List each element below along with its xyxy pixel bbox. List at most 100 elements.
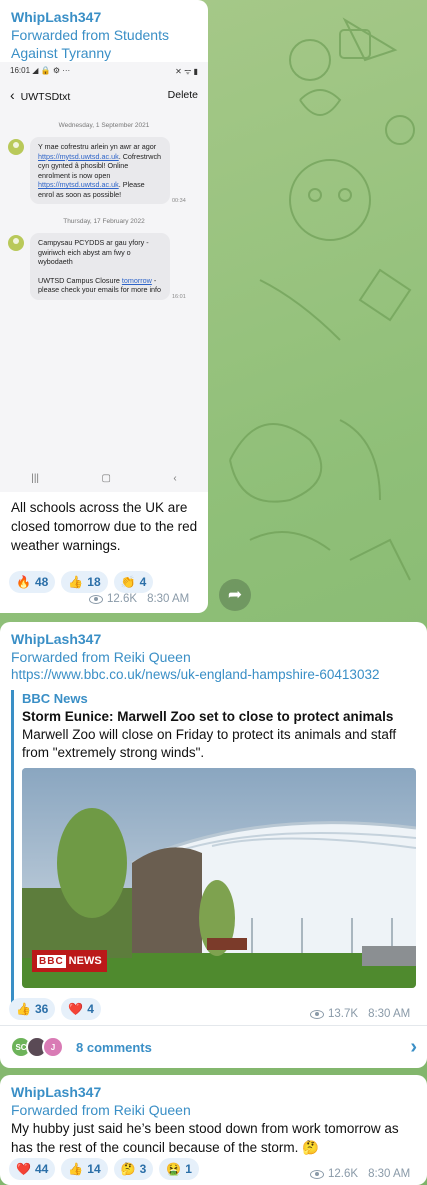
message-bubble-3[interactable]: WhipLash347 Forwarded from Reiki Queen M… [0, 1075, 427, 1185]
reaction-count: 14 [87, 1162, 101, 1176]
sms-text: Y mae cofrestru arlein yn awr ar agor ht… [30, 137, 170, 204]
sms-2-time: 16:01 [172, 293, 186, 300]
preview-description: Marwell Zoo will close on Friday to prot… [22, 727, 397, 760]
phone-status-icons: ◢ 🔒 ⚙ ··· [32, 66, 71, 75]
reactions: 🔥 48 👍 18 👏 4 [9, 571, 154, 593]
phone-delete-label: Delete [167, 89, 198, 101]
reaction-clap[interactable]: 👏 4 [113, 571, 154, 593]
forwarded-from[interactable]: Forwarded from Students Against Tyranny [11, 26, 169, 62]
phone-conversation-header: ‹ UWTSDtxt Delete [0, 80, 208, 110]
reaction-count: 1 [185, 1162, 192, 1176]
reaction-thumbs-up[interactable]: 👍 14 [61, 1158, 108, 1180]
message-text: All schools across the UK are closed tom… [11, 500, 198, 553]
reaction-thumbs-up[interactable]: 👍 36 [9, 998, 56, 1020]
link-preview[interactable]: BBC News Storm Eunice: Marwell Zoo set t… [11, 690, 417, 1014]
chevron-right-icon: › [410, 1035, 417, 1058]
comments-label: 8 comments [76, 1039, 152, 1055]
reaction-heart[interactable]: ❤️ 44 [9, 1158, 56, 1180]
message-meta: 12.6K 8:30 AM [89, 593, 189, 605]
reaction-count: 44 [34, 1162, 49, 1176]
thumbs-up-icon: 👍 [16, 1002, 31, 1016]
sender-name[interactable]: WhipLash347 [11, 630, 421, 648]
thinking-face-icon: 🤔 [120, 1162, 136, 1176]
reaction-heart[interactable]: ❤️ 4 [61, 998, 101, 1020]
phone-status-time: 16:01 [10, 66, 31, 75]
views-eye-icon [89, 594, 103, 604]
back-arrow-icon: ‹ [10, 87, 15, 103]
heart-icon: ❤️ [16, 1162, 31, 1176]
forwarded-from[interactable]: Forwarded from Reiki Queen [11, 1101, 421, 1119]
message-time: 8:30 AM [368, 1008, 411, 1020]
reaction-vomit[interactable]: 🤮 1 [159, 1158, 199, 1180]
reaction-count: 4 [139, 575, 147, 589]
reaction-count: 4 [87, 1002, 94, 1016]
recent-apps-icon: ||| [31, 472, 40, 484]
sms-sender-avatar [8, 139, 24, 155]
message-meta: 13.7K 8:30 AM [310, 1008, 410, 1020]
news-logo-text: NEWS [68, 955, 102, 967]
reactions: 👍 36 ❤️ 4 [9, 998, 101, 1020]
reactions: ❤️ 44 👍 14 🤔 3 🤮 1 [9, 1158, 199, 1180]
sms-1-text-a: Y mae cofrestru arlein yn awr ar agor [38, 142, 157, 151]
view-count: 12.6K [107, 593, 138, 605]
sms-message-1: Y mae cofrestru arlein yn awr ar agor ht… [8, 137, 198, 204]
home-icon: ▢ [101, 472, 111, 484]
avatar: J [42, 1036, 64, 1058]
message-time: 8:30 AM [147, 593, 190, 605]
forwarded-from-line-1: Forwarded from Students [11, 27, 169, 43]
sms-date-2: Thursday, 17 February 2022 [63, 218, 145, 225]
share-forward-button[interactable]: ➦ [219, 579, 251, 611]
view-count: 13.7K [328, 1008, 359, 1020]
bbc-news-logo: BBC NEWS [32, 950, 107, 972]
reaction-count: 36 [34, 1002, 49, 1016]
message-link[interactable]: https://www.bbc.co.uk/news/uk-england-ha… [11, 666, 421, 684]
sms-1-time: 00:34 [172, 198, 186, 204]
phone-nav-bar: ||| ▢ ‹ [0, 464, 208, 492]
reaction-count: 18 [87, 575, 101, 589]
reaction-count: 48 [34, 575, 49, 589]
reaction-thinking[interactable]: 🤔 3 [113, 1158, 154, 1180]
preview-title: Storm Eunice: Marwell Zoo set to close t… [22, 709, 394, 724]
heart-icon: ❤️ [68, 1002, 84, 1016]
reaction-count: 3 [139, 1162, 147, 1176]
sender-name[interactable]: WhipLash347 [11, 8, 169, 26]
sms-1-link-b: https://mytsd.uwtsd.ac.uk [38, 180, 119, 189]
message-time: 8:30 AM [368, 1168, 411, 1180]
sms-sender-avatar [8, 235, 24, 251]
view-count: 12.6K [328, 1168, 359, 1180]
sms-2-text-b: UWTSD Campus Closure [38, 275, 122, 285]
fire-icon: 🔥 [16, 575, 31, 589]
views-eye-icon [310, 1009, 324, 1019]
sms-1-link-a: https://mytsd.uwtsd.ac.uk [38, 151, 119, 161]
forwarded-from-line-2: Against Tyranny [11, 45, 112, 61]
message-text: My hubby just said he’s been stood down … [11, 1121, 399, 1155]
forwarded-from[interactable]: Forwarded from Reiki Queen [11, 648, 421, 666]
phone-status-right-icons: ✕ ᯤ ▮ [175, 67, 198, 76]
message-bubble-1[interactable]: WhipLash347 Forwarded from Students Agai… [0, 0, 208, 613]
back-icon: ‹ [173, 472, 177, 484]
comments-button[interactable]: SC J 8 comments › [0, 1025, 427, 1068]
sms-date-1: Wednesday, 1 September 2021 [58, 122, 150, 129]
views-eye-icon [310, 1169, 324, 1179]
phone-status-bar: 16:01 ◢ 🔒 ⚙ ··· ✕ ᯤ ▮ [0, 62, 208, 80]
thumbs-up-icon: 👍 [68, 1162, 84, 1176]
commenter-avatars: SC J [10, 1036, 64, 1058]
sms-text: Campysau PCYDDS ar gau yfory - gwiriwch … [30, 233, 170, 300]
preview-site-name: BBC News [22, 691, 88, 706]
sms-2-text-a: Campysau PCYDDS ar gau yfory - gwiriwch … [38, 238, 149, 266]
phone-conversation-title: UWTSDtxt [20, 91, 71, 103]
reaction-thumbs-up[interactable]: 👍 18 [61, 571, 108, 593]
thumbs-up-icon: 👍 [68, 575, 84, 589]
clap-icon: 👏 [120, 575, 136, 589]
reaction-fire[interactable]: 🔥 48 [9, 571, 56, 593]
sms-message-2: Campysau PCYDDS ar gau yfory - gwiriwch … [8, 233, 198, 300]
message-meta: 12.6K 8:30 AM [310, 1168, 410, 1180]
preview-image[interactable]: BBC NEWS [22, 768, 416, 988]
message-bubble-2[interactable]: WhipLash347 Forwarded from Reiki Queen h… [0, 622, 427, 1068]
sender-name[interactable]: WhipLash347 [11, 1083, 421, 1101]
vomiting-face-icon: 🤮 [166, 1162, 182, 1176]
sms-2-link: tomorrow [121, 275, 152, 285]
attached-screenshot[interactable]: 16:01 ◢ 🔒 ⚙ ··· ✕ ᯤ ▮ ‹ UWTSDtxt Delete W… [0, 62, 208, 492]
bbc-logo-text: BBC [37, 954, 66, 968]
forward-arrow-icon: ➦ [227, 585, 243, 604]
